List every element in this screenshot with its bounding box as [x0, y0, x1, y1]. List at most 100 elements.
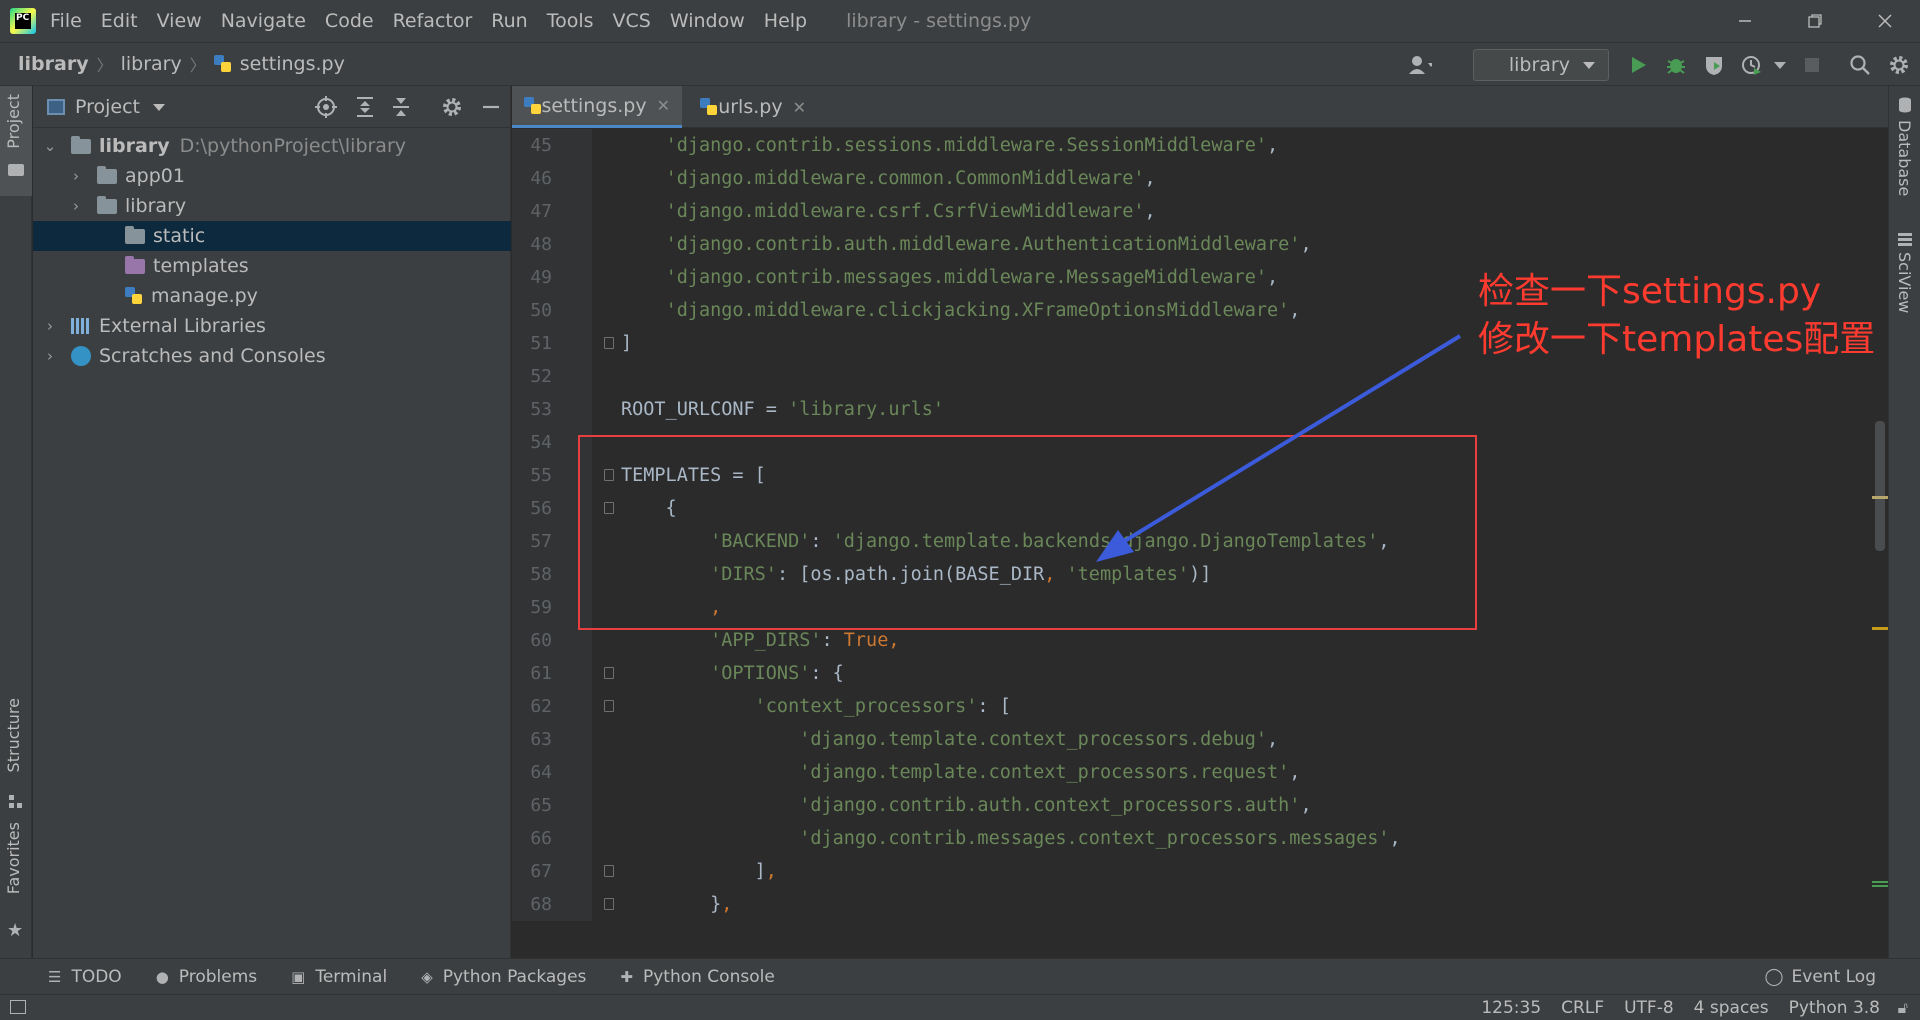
project-tool-tab[interactable]: Project: [4, 94, 23, 149]
panel-settings-gear-icon[interactable]: [441, 96, 463, 123]
code-text: 'context_processors': [: [621, 690, 1011, 723]
dropdown-arrow-icon[interactable]: [152, 102, 166, 112]
python-console-tool-button[interactable]: ✚ Python Console: [620, 967, 774, 987]
menu-vcs[interactable]: VCS: [613, 10, 651, 32]
chevron-right-icon[interactable]: ›: [43, 317, 57, 335]
line-number: 52: [530, 366, 552, 387]
collapse-all-icon[interactable]: [391, 96, 411, 123]
favorites-tool-tab[interactable]: Favorites: [4, 822, 23, 894]
tree-item-scratches[interactable]: › Scratches and Consoles: [33, 341, 511, 371]
more-run-options-icon[interactable]: [1768, 53, 1792, 77]
code-line[interactable]: 65 'django.contrib.auth.context_processo…: [512, 789, 1888, 822]
menu-window[interactable]: Window: [670, 10, 745, 32]
menu-file[interactable]: File: [50, 10, 82, 32]
database-tool-tab[interactable]: Database: [1895, 120, 1914, 196]
structure-tool-tab[interactable]: Structure: [4, 698, 23, 772]
chevron-right-icon[interactable]: ›: [69, 167, 83, 185]
event-log-button[interactable]: ◯ Event Log: [1765, 967, 1877, 987]
tree-item-templates[interactable]: templates: [33, 251, 511, 281]
toggle-tool-windows-icon[interactable]: [10, 1000, 26, 1014]
chevron-right-icon[interactable]: ›: [69, 197, 83, 215]
menu-edit[interactable]: Edit: [101, 10, 138, 32]
stop-icon[interactable]: [1800, 53, 1824, 77]
code-line[interactable]: 45 'django.contrib.sessions.middleware.S…: [512, 129, 1888, 162]
code-line[interactable]: 61 'OPTIONS': {: [512, 657, 1888, 690]
minimize-icon[interactable]: [1710, 0, 1780, 42]
locate-file-icon[interactable]: [315, 96, 337, 123]
restore-icon[interactable]: [1780, 0, 1850, 42]
file-encoding[interactable]: UTF-8: [1624, 998, 1674, 1018]
fold-marker-icon[interactable]: [604, 865, 614, 877]
close-window-icon[interactable]: [1850, 0, 1920, 42]
close-tab-icon[interactable]: ✕: [793, 98, 806, 117]
cursor-position[interactable]: 125:35: [1481, 998, 1541, 1018]
code-line[interactable]: 53 ROOT_URLCONF = 'library.urls': [512, 393, 1888, 426]
run-icon[interactable]: [1626, 53, 1650, 77]
menu-refactor[interactable]: Refactor: [393, 10, 473, 32]
tree-item-external-libraries[interactable]: › External Libraries: [33, 311, 511, 341]
code-line[interactable]: 64 'django.template.context_processors.r…: [512, 756, 1888, 789]
line-number: 64: [530, 762, 552, 783]
code-line[interactable]: 48 'django.contrib.auth.middleware.Authe…: [512, 228, 1888, 261]
menu-navigate[interactable]: Navigate: [221, 10, 306, 32]
tree-item-manage-py[interactable]: manage.py: [33, 281, 511, 311]
search-icon[interactable]: [1848, 53, 1872, 77]
problems-tool-button[interactable]: ● Problems: [156, 967, 257, 987]
code-token: 'django.contrib.sessions.middleware.Sess…: [665, 135, 1268, 156]
tree-item-app01[interactable]: › app01: [33, 161, 511, 191]
python-interpreter[interactable]: Python 3.8: [1789, 998, 1880, 1018]
coverage-icon[interactable]: [1702, 53, 1726, 77]
terminal-tool-button[interactable]: ▣ Terminal: [291, 967, 387, 987]
code-line[interactable]: 62 'context_processors': [: [512, 690, 1888, 723]
profile-icon[interactable]: [1740, 53, 1764, 77]
lock-icon[interactable]: 🔓︎: [1898, 998, 1908, 1018]
user-icon[interactable]: [1408, 53, 1432, 77]
editor-scrollbar[interactable]: [1872, 129, 1888, 921]
menu-run[interactable]: Run: [491, 10, 527, 32]
code-line[interactable]: 66 'django.contrib.messages.context_proc…: [512, 822, 1888, 855]
chevron-down-icon[interactable]: ⌄: [43, 137, 57, 155]
code-line[interactable]: 47 'django.middleware.csrf.CsrfViewMiddl…: [512, 195, 1888, 228]
expand-all-icon[interactable]: [355, 96, 375, 123]
tab-settings-py[interactable]: settings.py ✕: [512, 86, 682, 128]
project-panel-title[interactable]: Project: [75, 96, 140, 118]
debug-icon[interactable]: [1664, 53, 1688, 77]
code-line[interactable]: 46 'django.middleware.common.CommonMiddl…: [512, 162, 1888, 195]
breadcrumb-file[interactable]: settings.py: [240, 53, 345, 75]
code-line[interactable]: 67 ],: [512, 855, 1888, 888]
folder-icon: [97, 195, 117, 214]
sciview-tool-tab[interactable]: SciView: [1895, 252, 1914, 313]
tree-item-static[interactable]: static: [33, 221, 511, 251]
python-packages-tool-button[interactable]: ◈ Python Packages: [421, 967, 586, 987]
menu-help[interactable]: Help: [764, 10, 807, 32]
tab-urls-py[interactable]: urls.py ✕: [688, 86, 818, 128]
todo-tool-button[interactable]: ☰ TODO: [48, 967, 122, 987]
run-configuration-select[interactable]: library: [1473, 49, 1609, 81]
settings-gear-icon[interactable]: [1887, 53, 1911, 77]
line-separator[interactable]: CRLF: [1561, 998, 1604, 1018]
code-line[interactable]: 68 },: [512, 888, 1888, 921]
fold-marker-icon[interactable]: [604, 700, 614, 712]
menu-code[interactable]: Code: [325, 10, 374, 32]
indent-setting[interactable]: 4 spaces: [1694, 998, 1769, 1018]
scroll-marker: [1872, 627, 1888, 630]
breadcrumb: library 〉 library 〉 settings.py: [18, 52, 345, 76]
scroll-thumb[interactable]: [1875, 421, 1885, 551]
tree-item-library[interactable]: › library: [33, 191, 511, 221]
tree-item-label: templates: [153, 255, 249, 277]
python-file-icon: [125, 287, 143, 305]
breadcrumb-folder[interactable]: library: [121, 53, 182, 75]
fold-marker-icon[interactable]: [604, 667, 614, 679]
hide-panel-icon[interactable]: [481, 96, 501, 123]
close-tab-icon[interactable]: ✕: [657, 96, 670, 115]
fold-marker-icon[interactable]: [604, 337, 614, 349]
fold-marker-icon[interactable]: [604, 898, 614, 910]
menu-tools[interactable]: Tools: [547, 10, 594, 32]
breadcrumb-project[interactable]: library: [18, 53, 89, 75]
code-line[interactable]: 52: [512, 360, 1888, 393]
code-line[interactable]: 63 'django.template.context_processors.d…: [512, 723, 1888, 756]
chevron-right-icon[interactable]: ›: [43, 347, 57, 365]
menu-view[interactable]: View: [157, 10, 202, 32]
tree-item-root[interactable]: ⌄ library D:\pythonProject\library: [33, 131, 511, 161]
pycharm-logo-icon: PC: [10, 8, 36, 34]
